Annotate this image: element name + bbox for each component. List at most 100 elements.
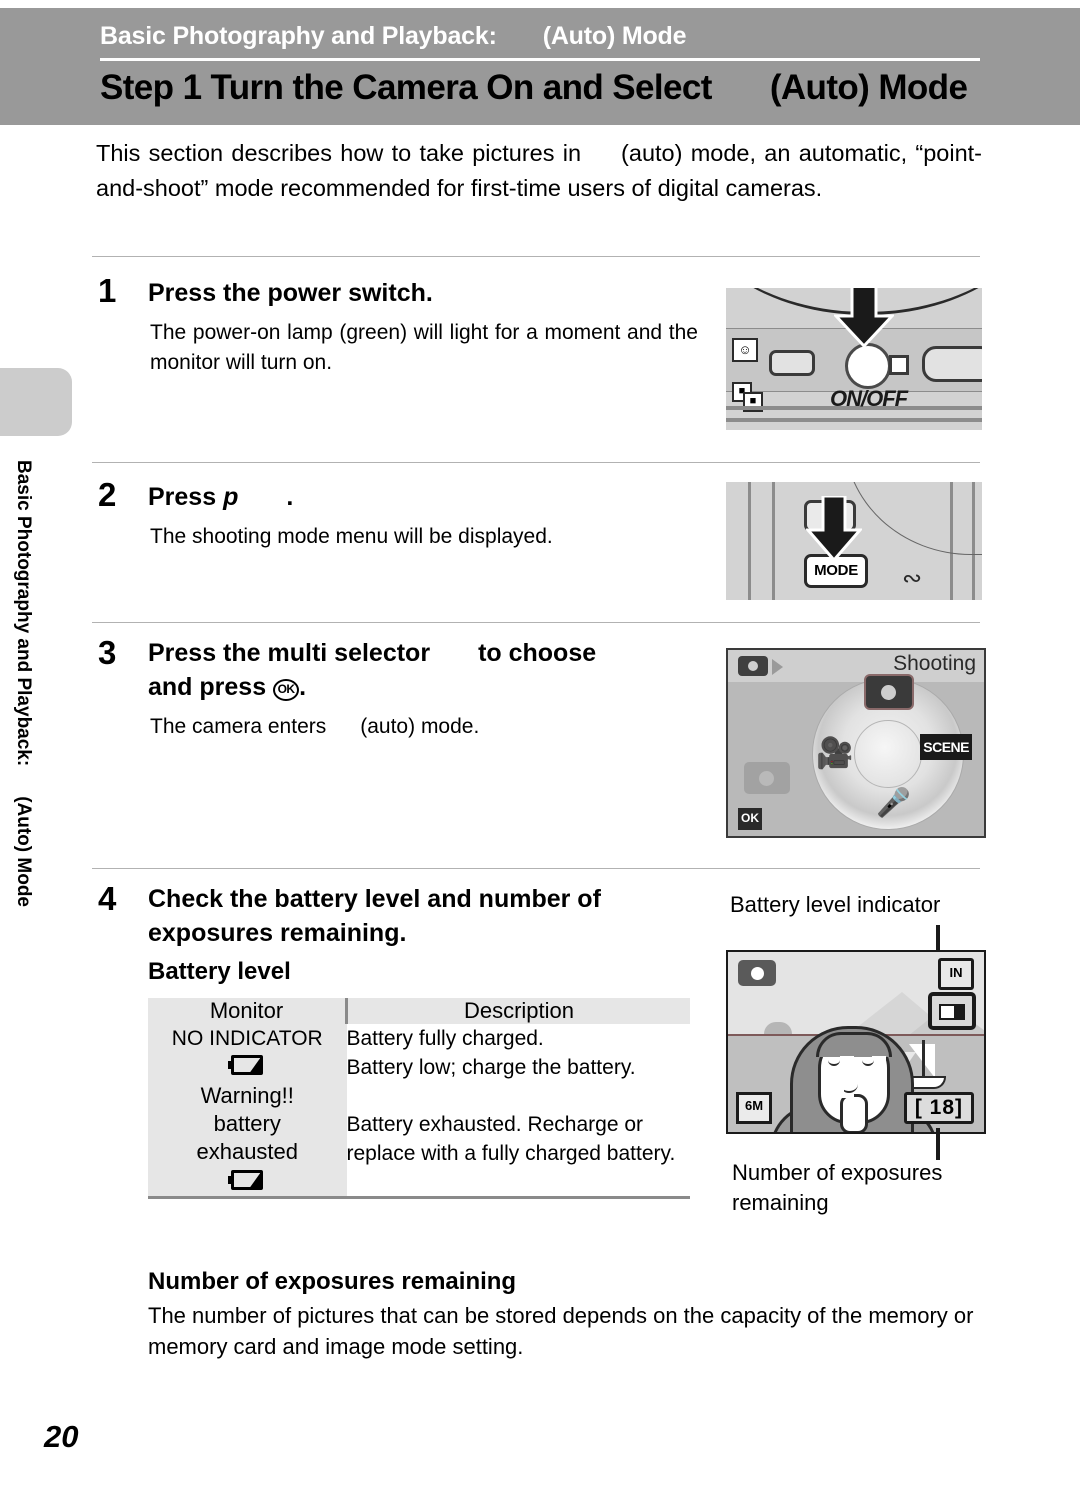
step-3-number: 3 [98,634,117,671]
step-1-body: The power-on lamp (green) will light for… [150,321,698,374]
ok-button-icon: OK [273,679,300,701]
step-2-heading-prefix: Press [148,483,217,511]
step-2-heading-suffix: . [286,483,294,511]
page-title-text: Step 1 Turn the Camera On and Select [100,68,712,107]
row-2-description: Battery low; charge the battery. [346,1053,690,1082]
multi-selector-center [854,720,922,788]
press-arrow-icon [806,496,862,562]
subject-hand [840,1094,868,1132]
figure-monitor-display: IN 6M [ 18] [726,950,986,1134]
step-2-body: The shooting mode menu will be displayed… [150,525,553,548]
table-header-row: Monitor Description [148,998,690,1024]
page-title: Step 1 Turn the Camera On and Select (Aut… [100,68,1000,108]
press-arrow-icon [834,288,894,348]
shutter-button [769,350,815,376]
smile-icon: ☺ [732,338,758,362]
chapter-side-label-suffix: (Auto) Mode [13,796,34,908]
battery-low-icon [228,1055,264,1075]
exposures-section-heading: Number of exposures remaining [148,1268,517,1295]
shooting-mode-icon [738,960,776,986]
chapter-breadcrumb: Basic Photography and Playback: (Auto) Mo… [100,22,686,51]
step-1-number: 1 [98,272,117,309]
figure-mode-button: MODE ∾ [726,482,982,600]
step-4-number: 4 [98,880,117,917]
focus-bracket-left [840,1056,854,1098]
step-3-body: The camera enters (auto) mode. [150,712,698,742]
battery-level-table: Monitor Description NO INDICATOR Battery… [148,998,690,1199]
step-separator-1 [92,256,980,257]
battery-level-heading: Battery level [148,958,291,985]
header-divider-rule [100,58,980,61]
step-separator-2 [92,462,980,463]
onoff-label: ON/OFF [830,386,908,411]
camera-body-line-2 [726,418,982,422]
step-3-heading-line1a: Press the multi selector [148,639,431,667]
step-1-heading: Press the power switch. [148,279,433,307]
row-1-description: Battery fully charged. [346,1024,690,1053]
intro-paragraph: This section describes how to take pictu… [96,136,982,206]
chapter-side-label: Basic Photography and Playback: (Auto) Mo… [12,460,34,980]
step-3-heading: Press the multi selector to choose and pr… [148,636,718,704]
table-column-monitor: Monitor [148,998,348,1024]
step-3-heading-line1b: to choose [478,639,597,667]
voice-recording-icon: 🎤 [876,787,911,818]
step-2-number: 2 [98,476,117,513]
menu-title-label: Shooting [893,652,976,675]
camera-edge-line-1 [748,482,751,600]
battery-level-indicator-icon [928,992,976,1030]
chapter-breadcrumb-suffix: (Auto) Mode [542,22,687,50]
page-title-suffix: (Auto) Mode [769,68,968,107]
step-3-heading-line2a: and press [148,673,267,701]
image-mode-icon: 6M [736,1092,772,1124]
step-4-heading: Check the battery level and number of ex… [148,885,601,947]
camera-mode-icon [738,656,768,676]
row-3-description: Battery exhausted. Recharge or replace w… [346,1082,690,1199]
subject-fringe [816,1032,892,1057]
camera-contour-curve [844,482,982,555]
leader-line-exposures [936,1128,940,1160]
step-3-heading-line2c: . [299,673,307,701]
exposures-section-body: The number of pictures that can be store… [148,1303,974,1359]
power-button [845,343,891,389]
auto-mode-icon-selected [864,674,914,710]
row-3-monitor-line3: exhausted [196,1139,299,1164]
step-3-body-b: (auto) mode. [360,715,480,738]
step-3-body-a: The camera enters [150,715,327,738]
battery-empty-icon [228,1170,264,1190]
chapter-breadcrumb-text: Basic Photography and Playback: [100,22,497,50]
row-3-monitor: Warning!! battery exhausted [148,1082,347,1199]
table-row: Warning!! battery exhausted Battery exha… [148,1082,690,1199]
table-column-description: Description [346,998,690,1024]
exposures-remaining-counter: [ 18] [903,1092,974,1124]
chevron-right-icon [772,659,783,675]
row-3-monitor-line1: Warning!! [200,1083,294,1108]
table-row: NO INDICATOR Battery fully charged. [148,1024,690,1053]
battery-level-indicator-label: Battery level indicator [730,892,941,917]
movie-mode-icon: 🎥 [816,737,854,770]
camera-edge-line-2 [772,482,775,600]
background-camera-icon [744,762,790,794]
mode-button-glyph: p [223,483,239,511]
scene-mast [922,1040,925,1080]
battery-fill [939,1004,965,1020]
row-2-monitor [148,1053,347,1082]
power-lamp-indicator [889,355,909,375]
internal-memory-icon: IN [938,958,974,990]
step-2-heading: Press p. [148,480,708,514]
scene-mode-icon: SCENE [920,734,972,760]
table-row: Battery low; charge the battery. [148,1053,690,1082]
figure-shooting-mode-menu: Shooting 🎥 SCENE 🎤 OK [726,648,986,838]
zoom-control [922,346,982,382]
row-3-monitor-line2: battery [213,1111,281,1136]
figure-power-switch: ☺ ■ ■ ON/OFF [726,288,982,430]
chapter-side-label-text: Basic Photography and Playback: [13,460,34,767]
chapter-side-tab [0,368,72,436]
wrist-strap-icon: ∾ [902,565,923,592]
intro-part1: This section describes how to take pictu… [96,140,582,166]
row-1-monitor: NO INDICATOR [148,1024,347,1053]
step-separator-4 [92,868,980,869]
exposures-remaining-label: Number of exposures remaining [732,1160,943,1215]
focus-bracket-right [872,1056,886,1098]
page-number: 20 [44,1419,79,1454]
ok-indicator-icon: OK [738,808,762,830]
